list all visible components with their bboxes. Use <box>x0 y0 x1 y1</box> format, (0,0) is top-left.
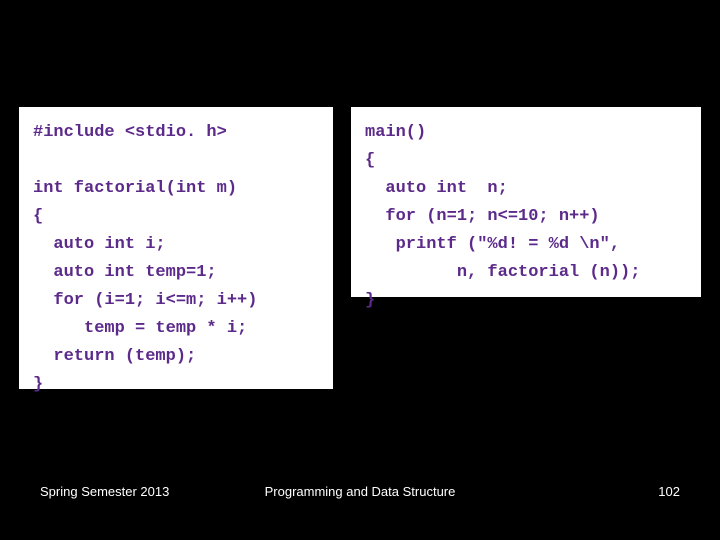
code-line: auto int n; <box>365 175 687 203</box>
slide: #include <stdio. h> int factorial(int m)… <box>0 0 720 540</box>
code-line: { <box>365 147 687 175</box>
slide-footer: Spring Semester 2013 Programming and Dat… <box>0 484 720 504</box>
code-line: main() <box>365 119 687 147</box>
blank-line <box>33 147 319 175</box>
code-line: { <box>33 203 319 231</box>
code-line: n, factorial (n)); <box>365 259 687 287</box>
code-line: } <box>33 371 319 399</box>
code-line: int factorial(int m) <box>33 175 319 203</box>
code-line: #include <stdio. h> <box>33 119 319 147</box>
right-code-box: main() { auto int n; for (n=1; n<=10; n+… <box>348 104 704 300</box>
code-line: for (i=1; i<=m; i++) <box>33 287 319 315</box>
left-code-box: #include <stdio. h> int factorial(int m)… <box>16 104 336 392</box>
code-line: auto int i; <box>33 231 319 259</box>
code-line: printf ("%d! = %d \n", <box>365 231 687 259</box>
code-line: for (n=1; n<=10; n++) <box>365 203 687 231</box>
code-line: return (temp); <box>33 343 319 371</box>
code-line: temp = temp * i; <box>33 315 319 343</box>
code-line: auto int temp=1; <box>33 259 319 287</box>
code-line: } <box>365 287 687 315</box>
footer-page-number: 102 <box>658 484 680 499</box>
footer-center: Programming and Data Structure <box>0 484 720 499</box>
